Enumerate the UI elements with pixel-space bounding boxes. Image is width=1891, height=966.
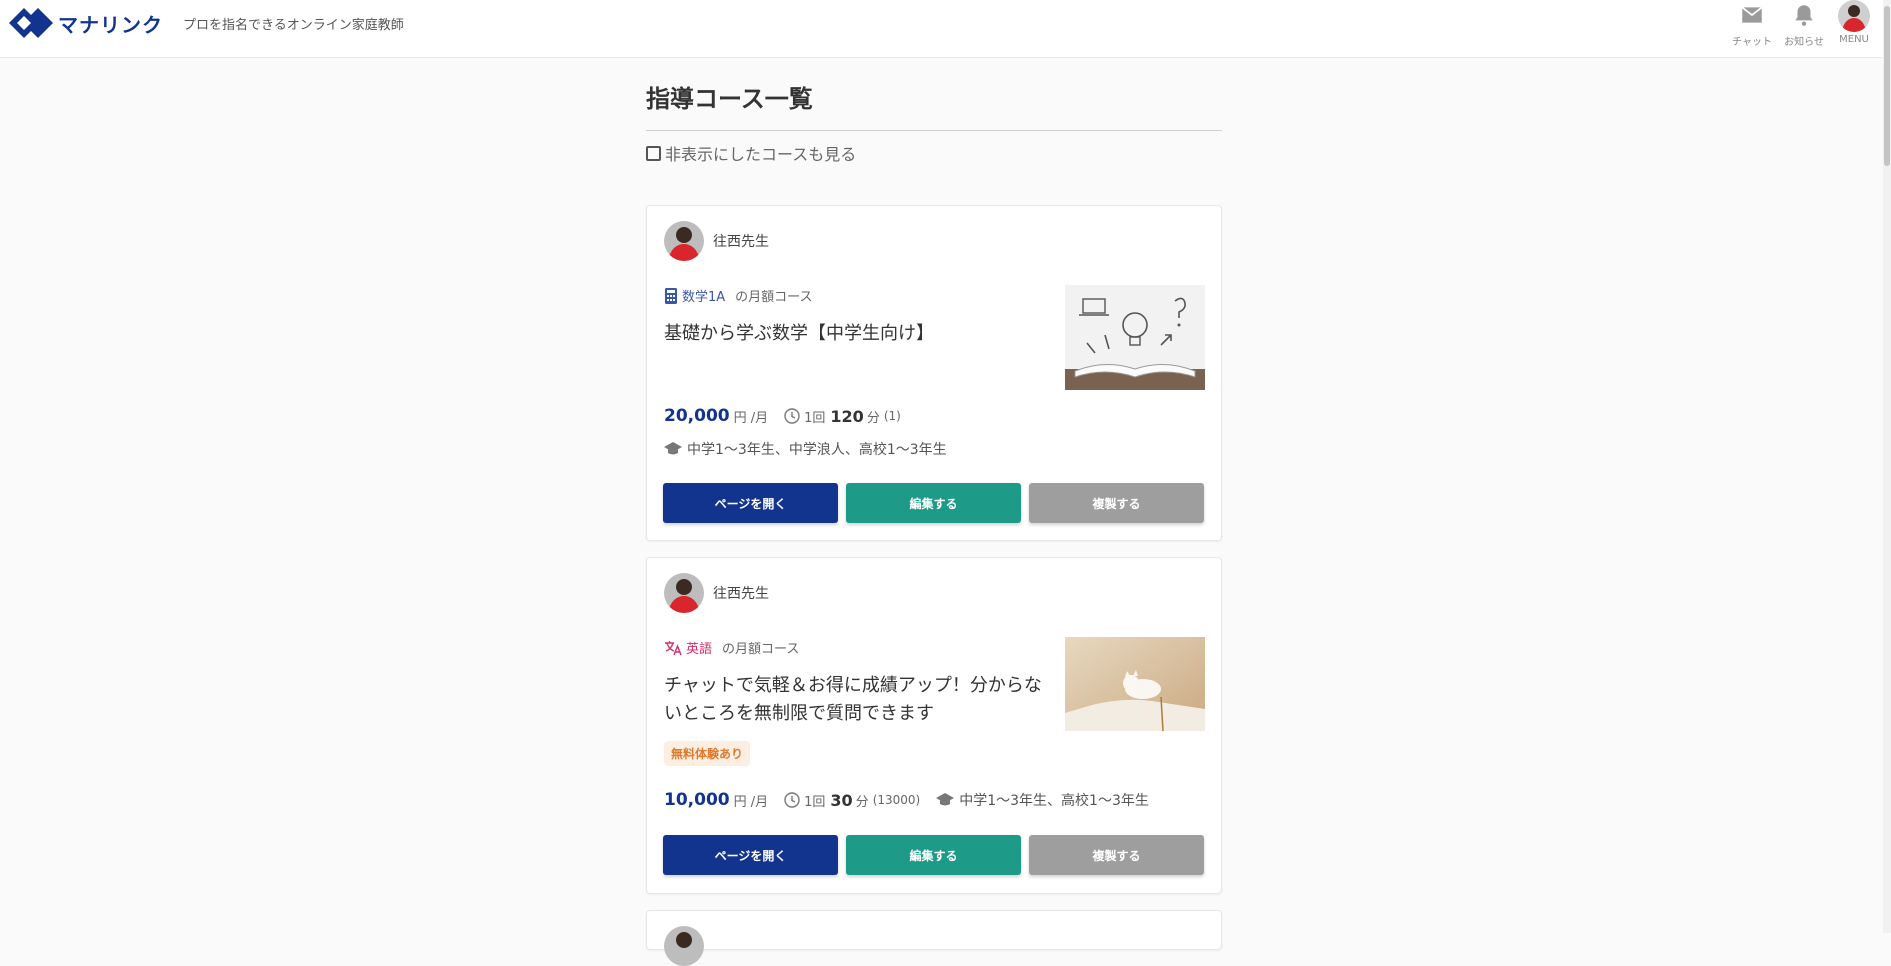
notifications-label: お知らせ bbox=[1784, 37, 1824, 48]
bell-icon bbox=[1795, 5, 1813, 26]
course-price: 10,000 bbox=[664, 790, 730, 810]
open-page-button[interactable]: ページを開く bbox=[663, 835, 838, 875]
title-divider bbox=[646, 130, 1222, 131]
chat-label: チャット bbox=[1732, 37, 1772, 48]
graduation-cap-icon bbox=[664, 442, 682, 455]
course-title: チャットで気軽＆お得に成績アップ！分からないところを無制限で質問できます bbox=[664, 675, 1042, 724]
page-title: 指導コース一覧 bbox=[646, 85, 813, 113]
lesson-minutes: 120 bbox=[830, 406, 864, 426]
duplicate-button[interactable]: 複製する bbox=[1029, 483, 1204, 523]
student-count: (13000) bbox=[872, 793, 921, 807]
teacher-info bbox=[664, 926, 704, 966]
course-price-row: 20,000 円 /月 1回 120 分 (1) bbox=[664, 406, 901, 426]
course-card: 往西先生 数学1A の月額コース 基礎から学ぶ数学【中学生向け】 20,000 … bbox=[646, 205, 1222, 541]
teacher-avatar bbox=[664, 573, 704, 613]
subject-name: 英語 bbox=[686, 642, 713, 657]
price-unit: 円 /月 bbox=[733, 794, 769, 810]
course-subject: 英語 の月額コース bbox=[664, 638, 799, 657]
lesson-duration: 1回 30 分 (13000) bbox=[784, 791, 920, 810]
clock-icon bbox=[784, 408, 800, 424]
target-grades: 中学1～3年生、中学浪人、高校1～3年生 bbox=[664, 439, 947, 459]
teacher-avatar bbox=[664, 926, 704, 966]
duplicate-button[interactable]: 複製する bbox=[1029, 835, 1204, 875]
price-unit: 円 /月 bbox=[733, 410, 769, 426]
site-header: マナリンク プロを指名できるオンライン家庭教師 チャット お知らせ MENU bbox=[0, 0, 1891, 58]
open-page-button[interactable]: ページを開く bbox=[663, 483, 838, 523]
lesson-duration: 1回 120 分 (1) bbox=[784, 407, 901, 426]
course-price: 20,000 bbox=[664, 406, 730, 426]
lesson-minutes: 30 bbox=[830, 790, 853, 810]
teacher-info: 往西先生 bbox=[664, 221, 769, 261]
minutes-unit: 分 bbox=[866, 410, 880, 426]
edit-button[interactable]: 編集する bbox=[846, 483, 1021, 523]
plan-type: の月額コース bbox=[722, 642, 800, 657]
course-thumbnail bbox=[1065, 285, 1205, 390]
calculator-icon bbox=[665, 287, 677, 304]
plan-type: の月額コース bbox=[735, 290, 813, 305]
course-actions: ページを開く 編集する 複製する bbox=[663, 835, 1212, 875]
show-hidden-label: 非表示にしたコースも見る bbox=[665, 145, 857, 164]
per-lesson-label: 1回 bbox=[804, 410, 826, 426]
teacher-name: 往西先生 bbox=[713, 234, 769, 250]
course-list-heading-area: 指導コース一覧 非表示にしたコースも見る bbox=[646, 80, 1222, 165]
target-grades: 中学1～3年生、高校1～3年生 bbox=[936, 790, 1149, 810]
course-title: 基礎から学ぶ数学【中学生向け】 bbox=[664, 323, 934, 344]
show-hidden-courses-toggle[interactable]: 非表示にしたコースも見る bbox=[646, 141, 1222, 165]
course-card: 往西先生 英語 の月額コース チャットで気軽＆お得に成績アップ！分からないところ… bbox=[646, 557, 1222, 894]
minutes-unit: 分 bbox=[855, 794, 869, 810]
menu-button[interactable]: MENU bbox=[1829, 0, 1879, 45]
graduation-cap-icon bbox=[936, 793, 955, 806]
teacher-avatar bbox=[664, 221, 704, 261]
scrollbar-thumb[interactable] bbox=[1884, 6, 1890, 166]
user-avatar bbox=[1838, 0, 1870, 32]
course-price-row: 10,000 円 /月 1回 30 分 (13000) 中学1～3年生、高校1～… bbox=[664, 790, 1149, 810]
logo-mark-icon bbox=[9, 8, 53, 38]
grades-text: 中学1～3年生、高校1～3年生 bbox=[959, 793, 1149, 809]
clock-icon bbox=[784, 792, 800, 808]
teacher-name: 往西先生 bbox=[713, 586, 769, 602]
site-tagline: プロを指名できるオンライン家庭教師 bbox=[183, 18, 404, 33]
page-scrollbar[interactable] bbox=[1883, 0, 1891, 933]
grades-text: 中学1～3年生、中学浪人、高校1～3年生 bbox=[687, 442, 947, 458]
logo-text: マナリンク bbox=[58, 12, 163, 37]
site-logo[interactable]: マナリンク bbox=[8, 6, 163, 40]
chat-button[interactable]: チャット bbox=[1727, 0, 1777, 48]
subject-name: 数学1A bbox=[682, 290, 726, 305]
free-trial-badge: 無料体験あり bbox=[664, 741, 751, 766]
course-actions: ページを開く 編集する 複製する bbox=[663, 483, 1212, 523]
notifications-button[interactable]: お知らせ bbox=[1779, 0, 1829, 48]
mail-icon bbox=[1741, 6, 1763, 23]
teacher-info: 往西先生 bbox=[664, 573, 769, 613]
per-lesson-label: 1回 bbox=[804, 794, 826, 810]
menu-label: MENU bbox=[1839, 34, 1869, 45]
translate-icon bbox=[665, 640, 682, 655]
edit-button[interactable]: 編集する bbox=[846, 835, 1021, 875]
course-subject: 数学1A の月額コース bbox=[664, 286, 813, 305]
show-hidden-checkbox[interactable] bbox=[646, 145, 661, 161]
course-card bbox=[646, 910, 1222, 966]
student-count: (1) bbox=[883, 409, 901, 423]
course-thumbnail bbox=[1065, 637, 1205, 731]
